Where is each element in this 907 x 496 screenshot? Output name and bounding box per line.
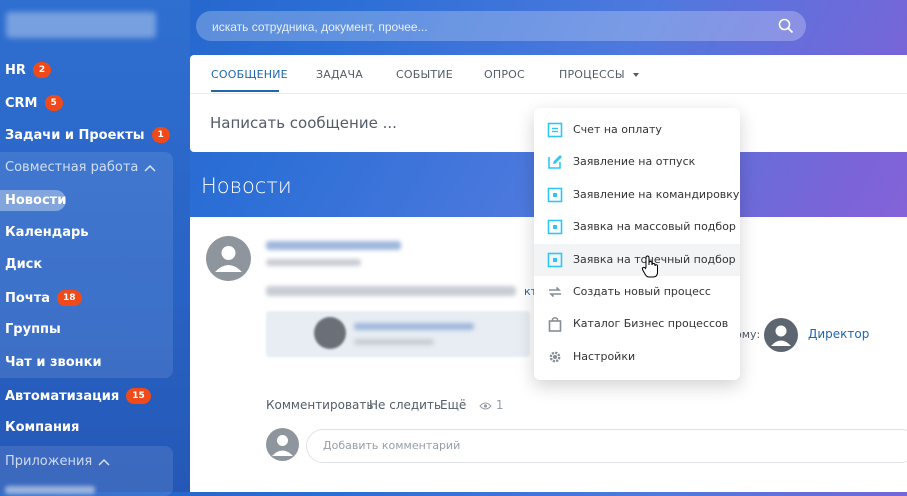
page-title: Новости	[201, 174, 292, 198]
portal-logo[interactable]	[6, 12, 156, 38]
user-icon	[771, 325, 791, 346]
processes-dropdown: Счет на оплату Заявление на отпуск Заявл…	[534, 108, 740, 380]
sidebar-item-label: CRM	[5, 95, 38, 111]
tab-processes[interactable]: ПРОЦЕССЫ	[559, 68, 640, 81]
sidebar: HR 2 CRM 5 Задачи и Проекты 1 Совместная…	[0, 0, 190, 496]
menu-item-label: Счет на оплату	[573, 123, 662, 136]
views-counter: 1	[479, 398, 503, 412]
menu-item-invoice[interactable]: Счет на оплату	[534, 114, 740, 146]
user-icon	[272, 435, 293, 456]
menu-item-label: Создать новый процесс	[573, 285, 711, 298]
tab-event[interactable]: СОБЫТИЕ	[396, 68, 453, 81]
blurred-post-text	[266, 286, 516, 296]
menu-item-mass-hiring[interactable]: Заявка на массовый подбор	[534, 211, 740, 243]
sidebar-item-tasks[interactable]: Задачи и Проекты 1	[5, 127, 170, 143]
sidebar-item-label: Чат и звонки	[5, 355, 102, 370]
eye-icon	[479, 402, 492, 409]
blurred-author-name[interactable]	[266, 241, 401, 250]
counter-badge: 1	[151, 127, 170, 143]
blurred-sidebar-item	[5, 486, 95, 494]
counter-badge: 5	[44, 95, 63, 111]
comment-input[interactable]: Добавить комментарий	[306, 429, 907, 463]
group-label: Совместная работа	[5, 160, 139, 175]
user-icon	[215, 246, 242, 272]
sidebar-item-hr[interactable]: HR 2	[5, 62, 52, 78]
active-tab-underline	[211, 90, 279, 92]
sidebar-item-label: Почта	[5, 290, 51, 306]
sidebar-group-collab-title[interactable]: Совместная работа	[5, 160, 156, 175]
menu-item-label: Каталог Бизнес процессов	[573, 317, 729, 330]
sidebar-item-company[interactable]: Компания	[5, 420, 79, 435]
sidebar-item-chat[interactable]: Чат и звонки	[5, 355, 102, 370]
chevron-up-icon	[98, 458, 110, 466]
menu-item-vacation[interactable]: Заявление на отпуск	[534, 146, 740, 178]
chevron-up-icon	[144, 164, 156, 172]
form-icon	[547, 219, 563, 235]
sidebar-item-label: Группы	[5, 322, 61, 337]
hand-cursor-icon	[641, 255, 658, 278]
sidebar-item-news[interactable]: Новости	[5, 193, 66, 208]
recipient-avatar[interactable]	[764, 318, 798, 352]
refresh-icon	[549, 286, 561, 298]
sidebar-item-automation[interactable]: Автоматизация 15	[5, 388, 151, 404]
menu-item-new-process[interactable]: Создать новый процесс	[534, 276, 740, 308]
attachment-avatar	[314, 317, 346, 349]
menu-item-label: Настройки	[573, 350, 636, 363]
blurred-author-position	[266, 259, 361, 266]
unfollow-action[interactable]: Не следить	[369, 398, 441, 412]
menu-item-label: Заявление на командировку	[573, 188, 740, 201]
comment-placeholder: Добавить комментарий	[323, 439, 461, 452]
gear-icon	[549, 351, 561, 363]
counter-badge: 15	[126, 388, 151, 404]
bag-icon	[548, 317, 562, 332]
menu-item-label: Заявка на массовый подбор	[573, 220, 736, 233]
menu-item-settings[interactable]: Настройки	[534, 341, 740, 373]
recipient-link[interactable]: Директор	[808, 327, 869, 341]
current-user-avatar[interactable]	[266, 428, 299, 461]
edit-icon	[548, 155, 562, 169]
blurred-attachment-sub	[354, 339, 434, 345]
sidebar-item-label: Автоматизация	[5, 388, 120, 404]
sidebar-item-mail[interactable]: Почта 18	[5, 290, 82, 306]
counter-badge: 18	[57, 290, 82, 306]
sidebar-item-label: Диск	[5, 257, 43, 272]
more-action[interactable]: Ещё	[440, 398, 466, 412]
blurred-attachment[interactable]	[266, 311, 530, 357]
sidebar-item-groups[interactable]: Группы	[5, 322, 61, 337]
composer-tabs: СООБЩЕНИЕ ЗАДАЧА СОБЫТИЕ ОПРОС ПРОЦЕССЫ	[190, 55, 907, 94]
author-avatar[interactable]	[206, 236, 251, 281]
sidebar-item-label: Календарь	[5, 225, 89, 240]
tab-poll[interactable]: ОПРОС	[484, 68, 525, 81]
sidebar-item-crm[interactable]: CRM 5	[5, 95, 63, 111]
menu-item-catalog[interactable]: Каталог Бизнес процессов	[534, 308, 740, 340]
message-input[interactable]: Написать сообщение ...	[210, 114, 397, 132]
counter-badge: 2	[32, 62, 52, 78]
views-count: 1	[495, 398, 504, 412]
dropdown-caret	[562, 98, 582, 108]
invoice-icon	[547, 122, 563, 138]
caret-down-icon	[633, 73, 640, 77]
sidebar-item-calendar[interactable]: Календарь	[5, 225, 89, 240]
form-icon	[547, 187, 563, 203]
sidebar-group-apps-title[interactable]: Приложения	[5, 454, 110, 469]
comment-action[interactable]: Комментировать	[266, 398, 373, 412]
blurred-attachment-title	[354, 323, 474, 330]
menu-item-targeted-hiring[interactable]: Заявка на точечный подбор	[534, 244, 740, 276]
menu-item-business-trip[interactable]: Заявление на командировку	[534, 179, 740, 211]
sidebar-item-disk[interactable]: Диск	[5, 257, 42, 272]
menu-item-label: Заявление на отпуск	[573, 155, 696, 168]
search-bar[interactable]	[196, 11, 806, 43]
sidebar-item-label: HR	[5, 62, 26, 78]
search-input[interactable]	[210, 11, 754, 43]
group-label: Приложения	[5, 454, 93, 469]
sidebar-item-label: Задачи и Проекты	[5, 127, 145, 143]
tab-task[interactable]: ЗАДАЧА	[316, 68, 363, 81]
tab-message[interactable]: СООБЩЕНИЕ	[211, 68, 288, 81]
tab-label: ПРОЦЕССЫ	[559, 68, 625, 81]
sidebar-item-label: Новости	[5, 193, 67, 208]
sidebar-item-label: Компания	[5, 420, 80, 435]
search-icon[interactable]	[778, 18, 794, 34]
form-icon	[547, 252, 563, 268]
